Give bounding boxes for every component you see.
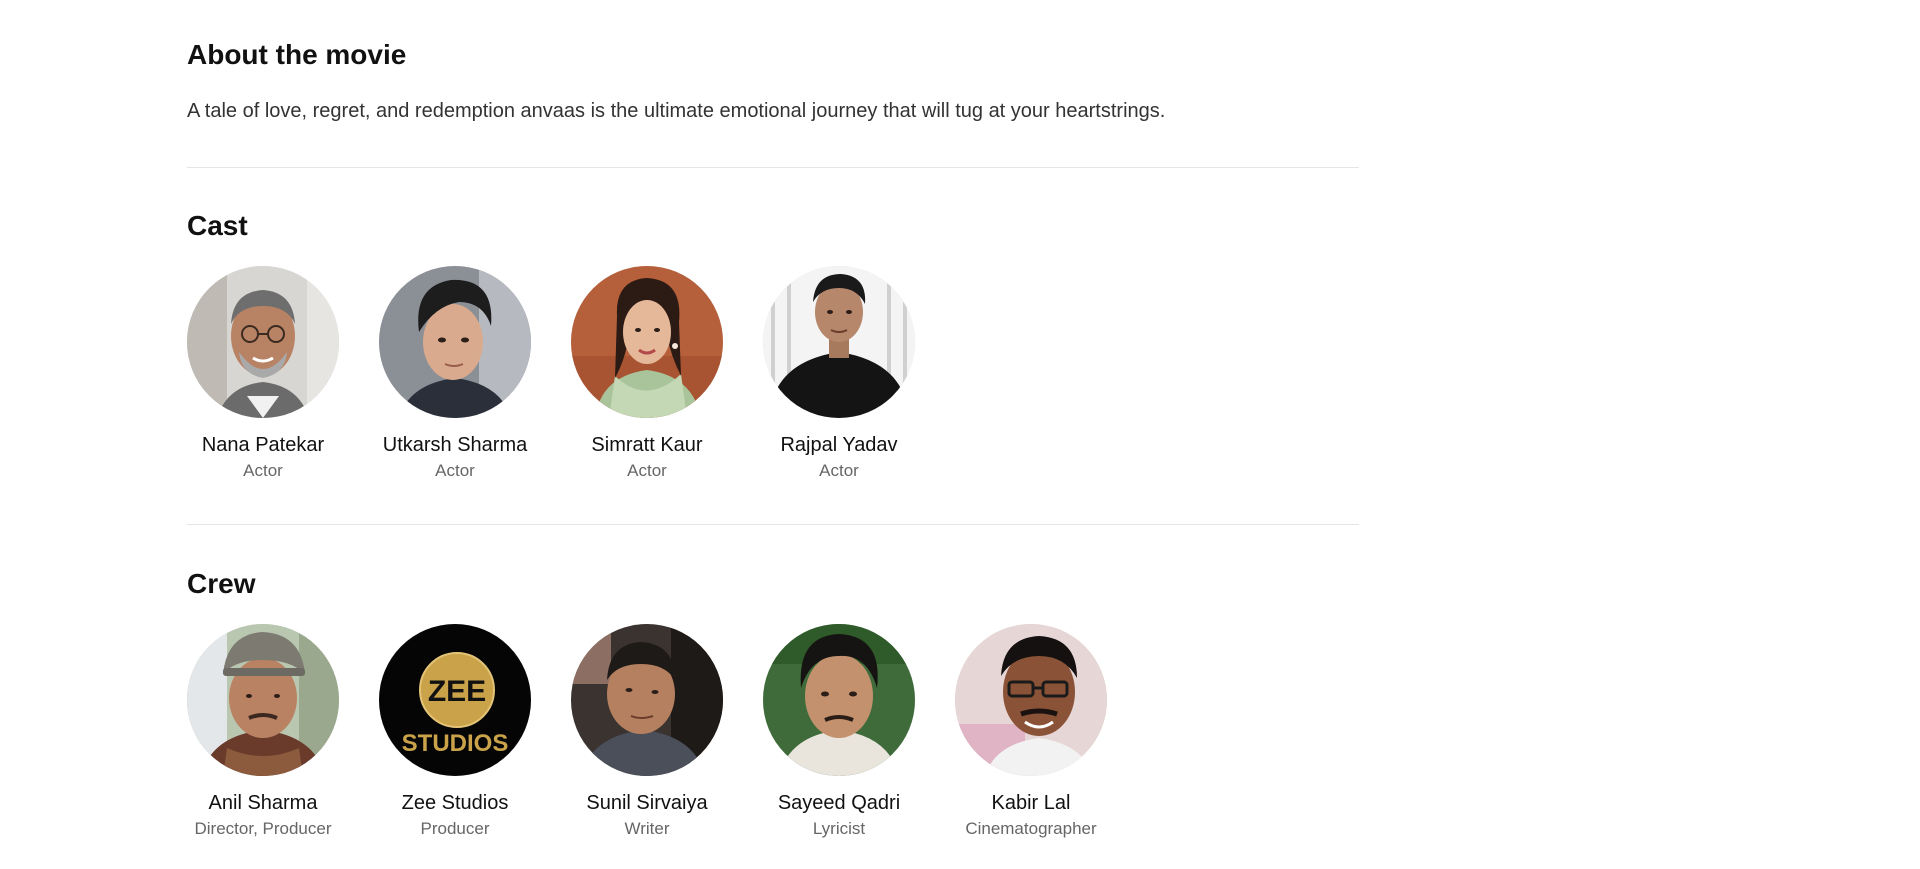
avatar-zee-studios: ZEE STUDIOS	[379, 624, 531, 776]
person-role: Lyricist	[812, 819, 866, 838]
studios-logo-text: STUDIOS	[402, 730, 509, 757]
person-name: Simratt Kaur	[591, 434, 703, 456]
avatar-simratt-kaur	[571, 266, 723, 418]
person-role: Actor	[435, 461, 475, 480]
avatar-nana-patekar	[187, 266, 339, 418]
person-role: Director, Producer	[194, 819, 332, 838]
crew-title: Crew	[187, 568, 256, 599]
avatar-utkarsh-sharma	[379, 266, 531, 418]
person-name: Zee Studios	[401, 792, 509, 814]
person-name: Utkarsh Sharma	[382, 434, 528, 456]
person-name: Nana Patekar	[201, 434, 325, 456]
crew-card-sayeed-qadri[interactable]: Sayeed Qadri Lyricist	[763, 624, 915, 840]
person-name: Sunil Sirvaiya	[586, 792, 708, 814]
cast-card-nana-patekar[interactable]: Nana Patekar Actor	[187, 266, 339, 482]
crew-card-zee-studios[interactable]: ZEE STUDIOS Zee Studios Producer	[379, 624, 531, 840]
avatar-sayeed-qadri	[763, 624, 915, 776]
crew-card-sunil-sirvaiya[interactable]: Sunil Sirvaiya Writer	[571, 624, 723, 840]
person-role: Actor	[243, 461, 283, 480]
person-role: Producer	[420, 819, 490, 838]
person-name: Rajpal Yadav	[780, 434, 898, 456]
person-role: Writer	[624, 819, 670, 838]
person-name: Sayeed Qadri	[777, 792, 901, 814]
crew-list: Anil Sharma Director, Producer ZEE STUDI…	[187, 624, 1147, 840]
crew-card-anil-sharma[interactable]: Anil Sharma Director, Producer	[187, 624, 339, 840]
zee-logo-text: ZEE	[428, 675, 486, 708]
avatar-sunil-sirvaiya	[571, 624, 723, 776]
about-description: A tale of love, regret, and redemption a…	[187, 100, 1166, 122]
page: About the movie A tale of love, regret, …	[0, 0, 1920, 869]
cast-card-rajpal-yadav[interactable]: Rajpal Yadav Actor	[763, 266, 915, 482]
avatar-kabir-lal	[955, 624, 1107, 776]
section-divider	[187, 524, 1359, 525]
cast-title: Cast	[187, 210, 248, 241]
cast-list: Nana Patekar Actor Utkarsh Sharma Actor …	[187, 266, 955, 482]
person-role: Actor	[627, 461, 667, 480]
avatar-rajpal-yadav	[763, 266, 915, 418]
person-name: Anil Sharma	[208, 792, 318, 814]
crew-card-kabir-lal[interactable]: Kabir Lal Cinematographer	[955, 624, 1107, 840]
person-role: Actor	[819, 461, 859, 480]
person-role: Cinematographer	[965, 819, 1097, 838]
cast-card-utkarsh-sharma[interactable]: Utkarsh Sharma Actor	[379, 266, 531, 482]
person-name: Kabir Lal	[991, 792, 1071, 814]
section-divider	[187, 167, 1359, 168]
about-title: About the movie	[187, 39, 407, 70]
avatar-anil-sharma	[187, 624, 339, 776]
cast-card-simratt-kaur[interactable]: Simratt Kaur Actor	[571, 266, 723, 482]
